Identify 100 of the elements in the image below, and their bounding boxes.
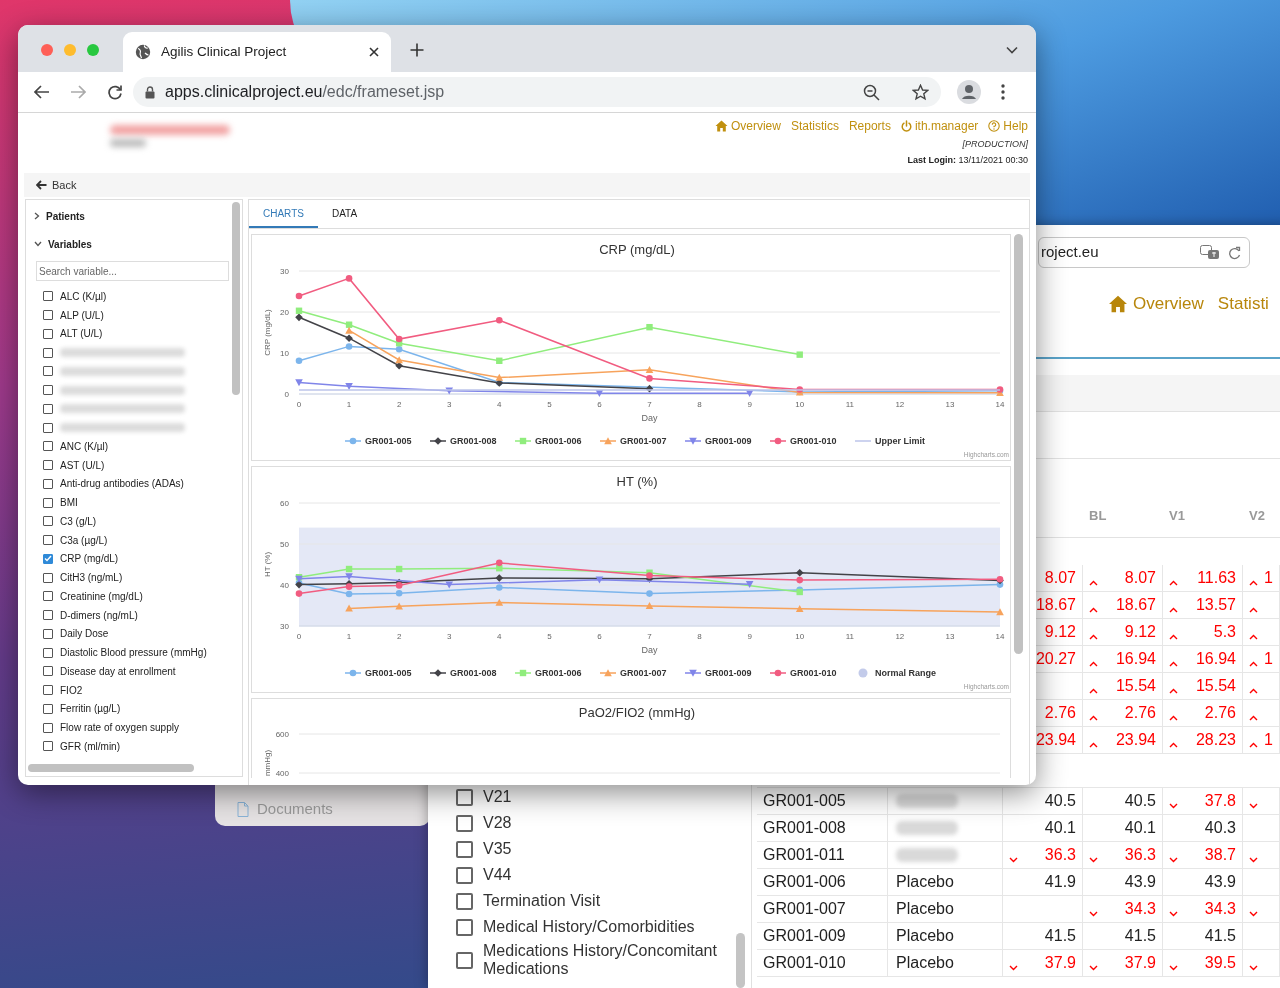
axis-tick-label: 10: [280, 349, 289, 358]
axis-tick-label: 3: [447, 632, 452, 641]
table-cell-text: GR001-011: [763, 845, 845, 865]
table-cell-text: 1: [1264, 730, 1273, 750]
column-header: BL: [1089, 508, 1107, 523]
variable-label: GFR (ml/min): [60, 739, 120, 754]
table-cell-text: 41.5: [1044, 926, 1076, 946]
axis-tick-label: 7: [647, 632, 652, 641]
axis-tick-label: 4: [497, 632, 502, 641]
chart-title: HT (%): [616, 474, 658, 489]
variable-label: CRP (mg/dL): [60, 552, 119, 567]
table-cell-text: Placebo: [896, 899, 954, 919]
chart-title: PaO2/FIO2 (mmHg): [578, 705, 696, 720]
axis-tick-label: 14: [995, 400, 1005, 409]
axis-tick-label: 60: [280, 499, 289, 508]
last-login-text: Last Login: 13/11/2021 00:30: [907, 153, 1028, 167]
table-cell-text: GR001-006: [763, 872, 846, 892]
table-cell-text: 36.3: [1124, 845, 1156, 865]
axis-tick-label: 10: [795, 632, 805, 641]
table-cell-text: GR001-008: [763, 818, 846, 838]
table-cell-text: 39.5: [1204, 953, 1236, 973]
table-cell-text: 41.5: [1204, 926, 1236, 946]
variable-label: Diastolic Blood pressure (mmHg): [60, 646, 207, 661]
table-cell-text: 1: [1264, 649, 1273, 669]
axis-tick-label: 12: [895, 400, 905, 409]
axis-tick-label: 0: [296, 632, 302, 641]
variable-label: ALC (K/µl): [60, 289, 107, 304]
axis-tick-label: 1: [346, 632, 352, 641]
table-cell-text: 41.5: [1124, 926, 1156, 946]
table-cell-text: 43.9: [1204, 872, 1236, 892]
table-cell-text: 2.76: [1044, 703, 1076, 723]
variable-label: C3 (g/L): [60, 514, 97, 529]
variable-label: Daily Dose: [60, 627, 109, 642]
axis-tick-label: 9: [747, 632, 752, 641]
axis-tick-label: 400: [275, 769, 289, 778]
table-cell-text: 5.3: [1213, 622, 1236, 642]
axis-tick-label: 20: [280, 308, 289, 317]
axis-tick-label: 3: [447, 400, 452, 409]
variable-label: Flow rate of oxygen supply: [60, 721, 179, 736]
axis-title: CRP (mg/dL): [263, 309, 272, 356]
axis-tick-label: 1: [346, 400, 352, 409]
variable-label: CitH3 (ng/mL): [60, 571, 123, 586]
table-cell-text: 23.94: [1035, 730, 1076, 750]
axis-tick-label: 2: [396, 400, 402, 409]
axis-tick-label: 2: [396, 632, 402, 641]
table-cell-text: 18.67: [1115, 595, 1156, 615]
table-cell-text: Placebo: [896, 953, 954, 973]
table-cell-text: 34.3: [1124, 899, 1156, 919]
axis-tick-label: 50: [280, 540, 289, 549]
table-cell-text: 15.54: [1195, 676, 1236, 696]
table-cell-text: GR001-009: [763, 926, 846, 946]
variable-label: AST (U/L): [60, 458, 105, 473]
variable-label: Creatinine (mg/dL): [60, 589, 143, 604]
url-text: apps.clinicalproject.eu/edc/frameset.jsp: [165, 82, 446, 102]
table-cell-text: 8.07: [1044, 568, 1076, 588]
table-cell-text: 23.94: [1115, 730, 1156, 750]
axis-tick-label: 40: [280, 581, 289, 590]
table-cell-text: 34.3: [1204, 899, 1236, 919]
checkbox-label: Medications History/Concomitant Medications: [483, 942, 718, 978]
checkbox-label: V44: [483, 866, 512, 884]
variable-label: Ferritin (µg/L): [60, 702, 121, 717]
table-cell-text: 11.63: [1197, 568, 1236, 588]
checkbox-label: V35: [483, 840, 512, 858]
table-cell-text: 28.23: [1195, 730, 1236, 750]
checkbox-label: Termination Visit: [483, 892, 601, 910]
table-cell-text: 38.7: [1204, 845, 1236, 865]
axis-tick-label: 30: [280, 267, 289, 276]
axis-title: mmHg): [263, 749, 272, 777]
axis-tick-label: 7: [647, 400, 652, 409]
table-cell-text: GR001-010: [763, 953, 846, 973]
table-cell-text: 8.07: [1124, 568, 1156, 588]
variable-label: Disease day at enrollment: [60, 664, 176, 679]
table-cell-text: 15.54: [1115, 676, 1156, 696]
table-cell-text: 20.27: [1035, 649, 1076, 669]
variable-label: Anti-drug antibodies (ADAs): [60, 477, 184, 492]
axis-tick-label: 8: [697, 632, 702, 641]
table-cell-text: 40.5: [1044, 791, 1076, 811]
table-cell-text: 13.57: [1195, 595, 1236, 615]
axis-title: Day: [641, 645, 658, 655]
table-cell-text: 18.67: [1035, 595, 1076, 615]
variable-label: ALP (U/L): [60, 308, 104, 323]
axis-tick-label: 0: [284, 390, 289, 399]
axis-title: HT (%): [263, 551, 272, 578]
table-cell-text: 40.1: [1044, 818, 1076, 838]
column-header: V1: [1169, 508, 1185, 523]
axis-tick-label: 4: [497, 400, 502, 409]
table-cell-text: 43.9: [1124, 872, 1156, 892]
table-cell-text: 41.9: [1044, 872, 1076, 892]
axis-tick-label: 13: [945, 632, 955, 641]
axis-tick-label: 11: [845, 632, 854, 641]
axis-tick-label: 5: [547, 632, 552, 641]
table-cell-text: 9.12: [1124, 622, 1156, 642]
chart-title: CRP (mg/dL): [599, 242, 675, 257]
axis-tick-label: 12: [895, 632, 905, 641]
axis-tick-label: 6: [597, 632, 602, 641]
table-cell-text: 2.76: [1124, 703, 1156, 723]
table-cell-text: 40.3: [1204, 818, 1236, 838]
table-cell-text: GR001-007: [763, 899, 846, 919]
table-cell-text: 16.94: [1115, 649, 1156, 669]
table-cell-text: 40.1: [1124, 818, 1156, 838]
